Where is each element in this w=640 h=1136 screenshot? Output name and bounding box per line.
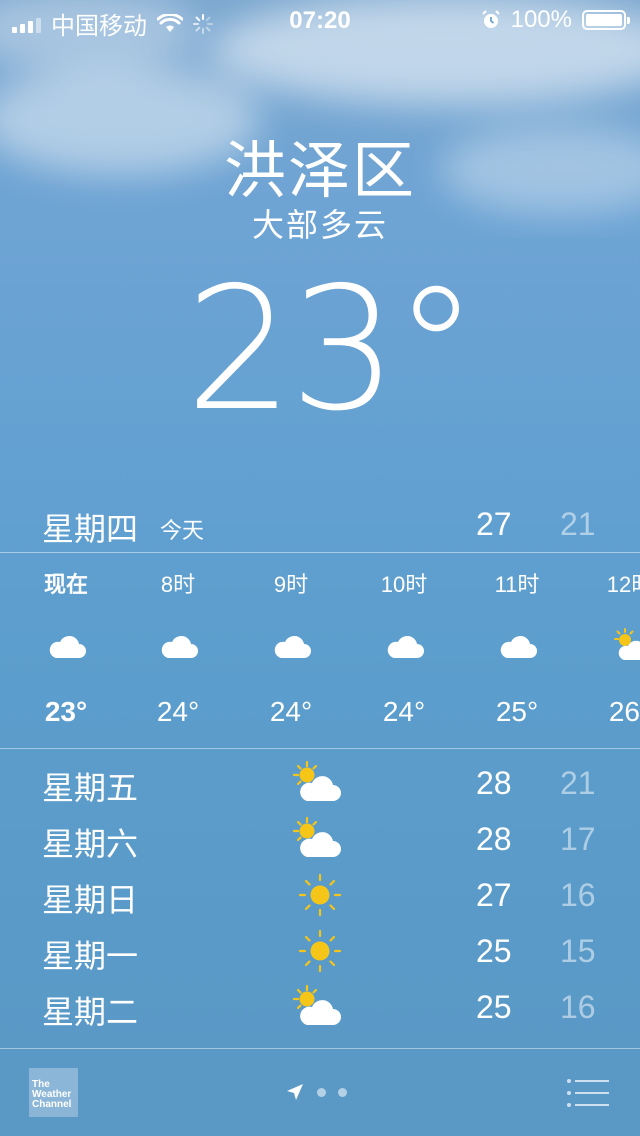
hour-label: 12时 — [606, 572, 640, 597]
sun-icon — [298, 929, 342, 973]
cloud-icon — [500, 635, 537, 658]
divider — [0, 748, 640, 749]
daily-row: 星期一 25 15 — [0, 923, 640, 979]
day-name: 星期五 — [42, 770, 139, 806]
list-icon[interactable] — [566, 1078, 610, 1108]
day-low: 16 — [560, 877, 596, 913]
weather-channel-logo-text: The Weather Channel — [32, 1079, 72, 1110]
cloud-icon — [49, 635, 86, 658]
day-name: 星期二 — [42, 994, 139, 1030]
today-summary-row: 星期四 今天 27 21 — [0, 500, 640, 550]
divider — [0, 1048, 640, 1049]
page-dot[interactable] — [338, 1087, 347, 1097]
day-name: 星期日 — [42, 882, 139, 918]
partly-sunny-icon — [292, 817, 341, 857]
day-name: 星期一 — [42, 938, 139, 974]
hour-label: 9时 — [273, 572, 309, 597]
daily-row: 星期五 28 21 — [0, 755, 640, 811]
day-high: 25 — [476, 989, 512, 1025]
day-high: 28 — [476, 765, 512, 801]
weather-condition: 大部多云 — [251, 207, 388, 243]
today-tag: 今天 — [160, 518, 205, 543]
day-high: 27 — [476, 877, 512, 913]
day-low: 17 — [560, 821, 596, 857]
day-low: 15 — [560, 933, 596, 969]
hour-label: 10时 — [380, 572, 428, 597]
hour-label: 11时 — [494, 572, 540, 597]
cloud-icon — [387, 635, 424, 658]
day-high: 28 — [476, 821, 512, 857]
daily-row: 星期日 27 16 — [0, 867, 640, 923]
city-name: 洪泽区 — [223, 137, 416, 206]
status-bar: 中国移动 07:20 100% — [0, 0, 640, 40]
day-low: 16 — [560, 989, 596, 1025]
day-low: 21 — [560, 765, 596, 801]
current-temperature: 23° — [185, 251, 478, 449]
hour-label: 现在 — [43, 572, 88, 597]
hour-temp: 24° — [156, 696, 200, 727]
day-high: 25 — [476, 933, 512, 969]
today-day: 星期四 — [42, 511, 139, 547]
hour-temp: 23° — [44, 696, 88, 727]
battery-percent: 100% — [510, 6, 572, 33]
page-dot[interactable] — [317, 1087, 326, 1097]
day-name: 星期六 — [42, 826, 139, 862]
today-high: 27 — [476, 506, 512, 542]
sun-icon — [298, 873, 342, 917]
today-low: 21 — [560, 506, 596, 542]
hour-label: 8时 — [160, 572, 196, 597]
hour-temp: 24° — [382, 696, 426, 727]
daily-row: 星期六 28 17 — [0, 811, 640, 867]
cloud-icon — [161, 635, 198, 658]
hourly-forecast[interactable]: 现在 23° 8时 24° 9时 24° 10时 24° 11时 25° 12时… — [0, 553, 640, 748]
daily-row: 星期二 25 16 — [0, 979, 640, 1035]
hour-temp: 26° — [608, 696, 640, 727]
page-indicator[interactable] — [285, 1082, 347, 1102]
partly-sunny-icon — [292, 985, 341, 1025]
weather-channel-logo[interactable]: The Weather Channel — [29, 1068, 78, 1117]
hour-temp: 25° — [495, 696, 539, 727]
partly-sunny-icon — [614, 628, 640, 660]
bottom-toolbar: The Weather Channel — [0, 1050, 640, 1136]
cloud-icon — [274, 635, 311, 658]
battery-icon — [582, 10, 630, 30]
location-arrow-icon — [287, 1084, 303, 1100]
partly-sunny-icon — [292, 761, 341, 801]
hour-temp: 24° — [269, 696, 313, 727]
alarm-icon — [481, 10, 500, 28]
